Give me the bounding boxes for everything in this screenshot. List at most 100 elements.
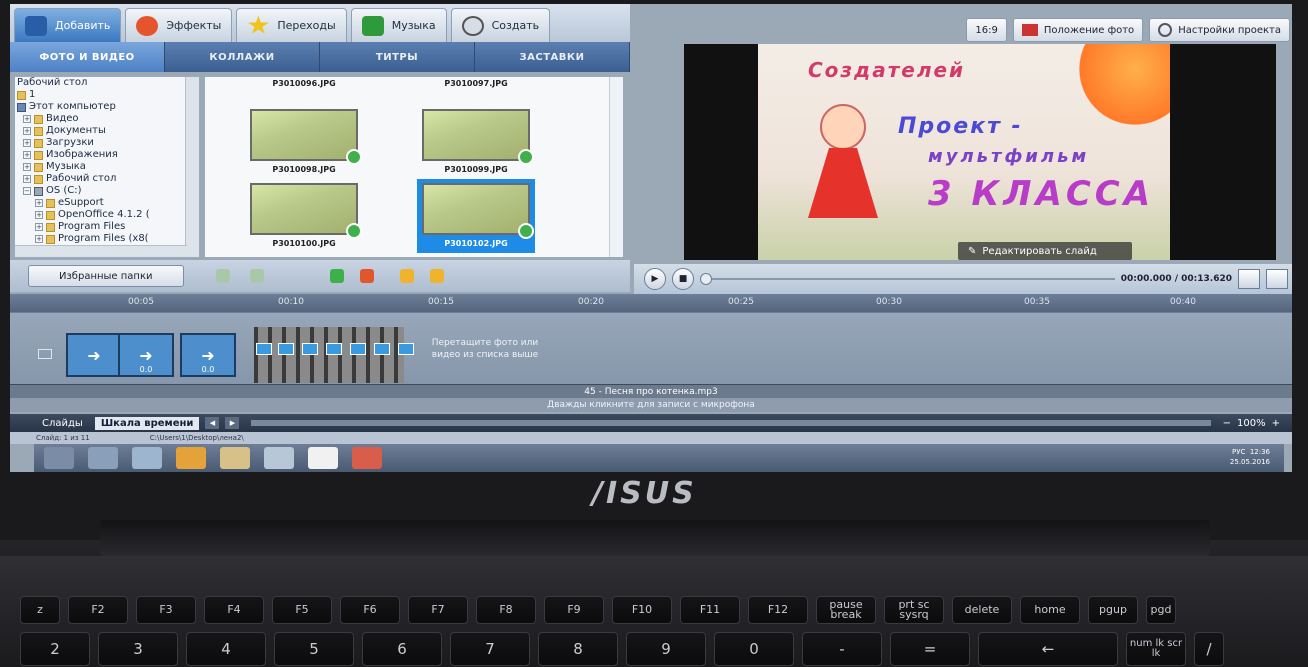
thumbnail-item[interactable]: P3010098.JPG (245, 109, 363, 174)
tree-item[interactable]: + Program Files (15, 221, 199, 233)
aspect-ratio-button[interactable]: 16:9 (966, 18, 1007, 42)
tree-item[interactable]: + Рабочий стол (15, 173, 199, 185)
mini-transition[interactable] (256, 343, 272, 355)
tab-slides[interactable]: Слайды (36, 417, 89, 430)
subtab-titles[interactable]: ТИТРЫ (320, 42, 475, 72)
tree-item[interactable]: + Загрузки (15, 137, 199, 149)
tab-effects[interactable]: Эффекты (125, 8, 233, 42)
favorites-button[interactable]: Избранные папки (28, 265, 184, 287)
key: F8 (476, 596, 536, 624)
tree-item[interactable]: + Документы (15, 125, 199, 137)
fullscreen-button[interactable] (1266, 269, 1288, 289)
ruler-tick: 00:40 (1170, 297, 1196, 307)
thumbnail-item[interactable]: P3010096.JPG (245, 79, 363, 88)
thumbnail-label: P3010099.JPG (444, 165, 508, 174)
ruler-tick: 00:20 (578, 297, 604, 307)
start-button-icon[interactable] (44, 447, 74, 469)
thumbnail-scrollbar[interactable] (609, 77, 623, 257)
edit-slide-button[interactable]: ✎ Редактировать слайд (958, 242, 1132, 260)
subtab-collages[interactable]: КОЛЛАЖИ (165, 42, 320, 72)
scroll-left-button[interactable]: ◀ (205, 417, 220, 429)
key: 4 (186, 632, 266, 666)
timeline-scrollbar[interactable] (251, 420, 1211, 426)
folder-icon (34, 114, 43, 124)
folder-open-icon[interactable] (430, 269, 444, 283)
tree-item[interactable]: 1 (15, 89, 199, 101)
tab-add[interactable]: Добавить (14, 8, 122, 42)
mini-transition[interactable] (374, 343, 390, 355)
thumbnail-item-selected[interactable]: P3010102.JPG (417, 179, 535, 253)
video-editor-icon[interactable] (352, 447, 382, 469)
mic-track[interactable]: Дважды кликните для записи с микрофона (10, 398, 1292, 412)
tab-music[interactable]: Музыка (350, 8, 447, 42)
tree-vscrollbar[interactable] (185, 77, 199, 257)
zoom-in-button[interactable]: + (1272, 418, 1280, 429)
expand-icon[interactable]: + (23, 151, 31, 159)
expand-icon[interactable]: + (23, 115, 31, 123)
mini-transition[interactable] (350, 343, 366, 355)
thumbnail-item[interactable]: P3010100.JPG (245, 183, 363, 248)
tab-create[interactable]: Создать (450, 8, 551, 42)
project-settings-button[interactable]: Настройки проекта (1149, 18, 1290, 42)
camera-snapshot-button[interactable] (1238, 269, 1260, 289)
home-icon[interactable] (360, 269, 374, 283)
slide-strip[interactable] (254, 327, 404, 383)
collapse-icon[interactable]: − (23, 187, 31, 195)
folder-tree[interactable]: Рабочий стол 1 Этот компьютер + Видео + До… (14, 76, 200, 258)
play-button[interactable]: ▶ (644, 268, 666, 290)
audio-track-label: 45 - Песня про котенка.mp3 (584, 387, 718, 397)
app-icon[interactable] (264, 447, 294, 469)
zoom-out-button[interactable]: − (1223, 418, 1231, 429)
tree-item[interactable]: Этот компьютер (15, 101, 199, 113)
key: 0 (714, 632, 794, 666)
tab-timeline[interactable]: Шкала времени (94, 416, 200, 430)
tree-item[interactable]: + Program Files (x8( (15, 233, 199, 245)
scroll-right-button[interactable]: ▶ (225, 417, 240, 429)
tree-item[interactable]: + Видео (15, 113, 199, 125)
tab-transitions[interactable]: Переходы (236, 8, 347, 42)
explorer-icon[interactable] (220, 447, 250, 469)
tree-item[interactable]: + Изображения (15, 149, 199, 161)
app-icon[interactable] (176, 447, 206, 469)
photo-position-button[interactable]: Положение фото (1012, 18, 1144, 42)
mini-transition[interactable] (302, 343, 318, 355)
expand-icon[interactable]: + (35, 199, 43, 207)
tree-hscrollbar[interactable] (15, 245, 187, 257)
expand-icon[interactable]: + (35, 235, 43, 243)
thumbnail-item[interactable]: P3010097.JPG (417, 79, 535, 88)
transition-clip[interactable]: ➜ 0.0 (118, 333, 174, 377)
mini-transition[interactable] (278, 343, 294, 355)
thumbnail-item[interactable]: P3010099.JPG (417, 109, 535, 174)
subtab-photo-video[interactable]: ФОТО И ВИДЕО (10, 42, 165, 72)
ruler-tick: 00:10 (278, 297, 304, 307)
down-arrow-icon[interactable] (330, 269, 344, 283)
subtab-intros[interactable]: ЗАСТАВКИ (475, 42, 630, 72)
tree-item[interactable]: Рабочий стол (15, 77, 199, 89)
yandex-browser-icon[interactable] (308, 447, 338, 469)
expand-icon[interactable]: + (23, 139, 31, 147)
timeline-ruler[interactable]: 00:05 00:10 00:15 00:20 00:25 00:30 00:3… (10, 294, 1292, 312)
expand-icon[interactable]: + (35, 211, 43, 219)
transition-clip[interactable]: ➜ 0.0 (180, 333, 236, 377)
expand-icon[interactable]: + (35, 223, 43, 231)
expand-icon[interactable]: + (23, 127, 31, 135)
audio-track[interactable]: 45 - Песня про котенка.mp3 (10, 384, 1292, 398)
tree-item[interactable]: + Музыка (15, 161, 199, 173)
mini-transition[interactable] (326, 343, 342, 355)
app-icon[interactable] (132, 447, 162, 469)
tree-item[interactable]: + eSupport (15, 197, 199, 209)
expand-icon[interactable]: + (23, 175, 31, 183)
folder-icon (34, 138, 43, 148)
stop-button[interactable]: ■ (672, 268, 694, 290)
task-view-icon[interactable] (88, 447, 118, 469)
language-indicator[interactable]: РУС (1232, 448, 1245, 456)
video-track[interactable]: ➜ ➜ 0.0 ➜ 0.0 Перетащите фото или видео из… (10, 312, 1292, 384)
seek-slider[interactable] (700, 273, 1115, 285)
tree-item[interactable]: + OpenOffice 4.1.2 ( (15, 209, 199, 221)
tree-item[interactable]: − OS (C:) (15, 185, 199, 197)
transition-clip[interactable]: ➜ (66, 333, 122, 377)
slide-image: Создателей Проект - мультфильм 3 КЛАССА … (758, 44, 1170, 260)
expand-icon[interactable]: + (23, 163, 31, 171)
folder-add-icon[interactable] (400, 269, 414, 283)
mini-transition[interactable] (398, 343, 414, 355)
